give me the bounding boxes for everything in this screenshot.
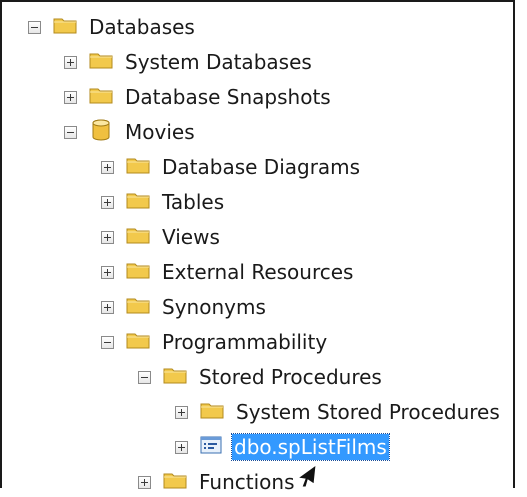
tree-node-stored-procedures[interactable]: Stored Procedures xyxy=(138,362,384,392)
tree-node-databases[interactable]: Databases xyxy=(28,12,197,42)
mouse-cursor-icon xyxy=(296,463,318,493)
expand-toggle-icon[interactable] xyxy=(101,195,114,209)
tree-node-label: Movies xyxy=(125,120,195,144)
tree-node-label: Tables xyxy=(162,190,225,214)
expand-toggle-icon[interactable] xyxy=(64,55,77,69)
expand-toggle-icon[interactable] xyxy=(101,160,114,174)
folder-icon xyxy=(126,295,150,319)
stored-procedure-icon xyxy=(200,435,222,460)
expand-toggle-icon[interactable] xyxy=(175,440,188,454)
folder-icon xyxy=(163,365,187,389)
folder-icon xyxy=(89,50,113,74)
collapse-toggle-icon[interactable] xyxy=(138,370,151,384)
collapse-toggle-icon[interactable] xyxy=(101,335,114,349)
tree-node-label: Synonyms xyxy=(162,295,266,319)
expand-toggle-icon[interactable] xyxy=(101,265,114,279)
object-explorer-panel: Databases System Databases Database Snap… xyxy=(0,0,515,494)
tree-node-label: Stored Procedures xyxy=(199,365,382,389)
tree-node-label: Database Snapshots xyxy=(125,85,331,109)
folder-icon xyxy=(126,225,150,249)
tree-node-external-resources[interactable]: External Resources xyxy=(101,257,355,287)
tree-node-synonyms[interactable]: Synonyms xyxy=(101,292,268,322)
expand-toggle-icon[interactable] xyxy=(138,475,151,489)
tree-node-label: Functions xyxy=(199,470,295,494)
tree-node-dbo-splistfilms[interactable]: dbo.spListFilms xyxy=(175,432,390,462)
expand-toggle-icon[interactable] xyxy=(101,300,114,314)
tree-node-label: System Stored Procedures xyxy=(236,400,500,424)
tree-node-programmability[interactable]: Programmability xyxy=(101,327,329,357)
folder-icon xyxy=(89,85,113,109)
database-icon xyxy=(89,118,113,147)
folder-icon xyxy=(53,15,77,39)
expand-toggle-icon[interactable] xyxy=(175,405,188,419)
folder-icon xyxy=(126,330,150,354)
tree-node-label: Programmability xyxy=(162,330,328,354)
tree-node-database-snapshots[interactable]: Database Snapshots xyxy=(64,82,333,112)
tree-node-label: System Databases xyxy=(125,50,312,74)
tree-node-views[interactable]: Views xyxy=(101,222,222,252)
tree-node-label: Database Diagrams xyxy=(162,155,361,179)
tree-node-label: Databases xyxy=(89,15,195,39)
collapse-toggle-icon[interactable] xyxy=(64,125,77,139)
tree-node-movies[interactable]: Movies xyxy=(64,117,197,147)
collapse-toggle-icon[interactable] xyxy=(28,20,41,34)
tree-node-system-stored-procedures[interactable]: System Stored Procedures xyxy=(175,397,502,427)
folder-icon xyxy=(126,155,150,179)
tree-node-system-databases[interactable]: System Databases xyxy=(64,47,314,77)
expand-toggle-icon[interactable] xyxy=(64,90,77,104)
folder-icon xyxy=(200,400,224,424)
folder-icon xyxy=(126,260,150,284)
tree-node-tables[interactable]: Tables xyxy=(101,187,226,217)
tree-node-functions[interactable]: Functions xyxy=(138,467,297,497)
tree-node-label: Views xyxy=(162,225,220,249)
tree-node-label: External Resources xyxy=(162,260,354,284)
tree-node-label-selected: dbo.spListFilms xyxy=(231,433,390,461)
expand-toggle-icon[interactable] xyxy=(101,230,114,244)
object-explorer-tree: Databases System Databases Database Snap… xyxy=(2,2,513,494)
tree-node-database-diagrams[interactable]: Database Diagrams xyxy=(101,152,362,182)
folder-icon xyxy=(126,190,150,214)
folder-icon xyxy=(163,470,187,494)
